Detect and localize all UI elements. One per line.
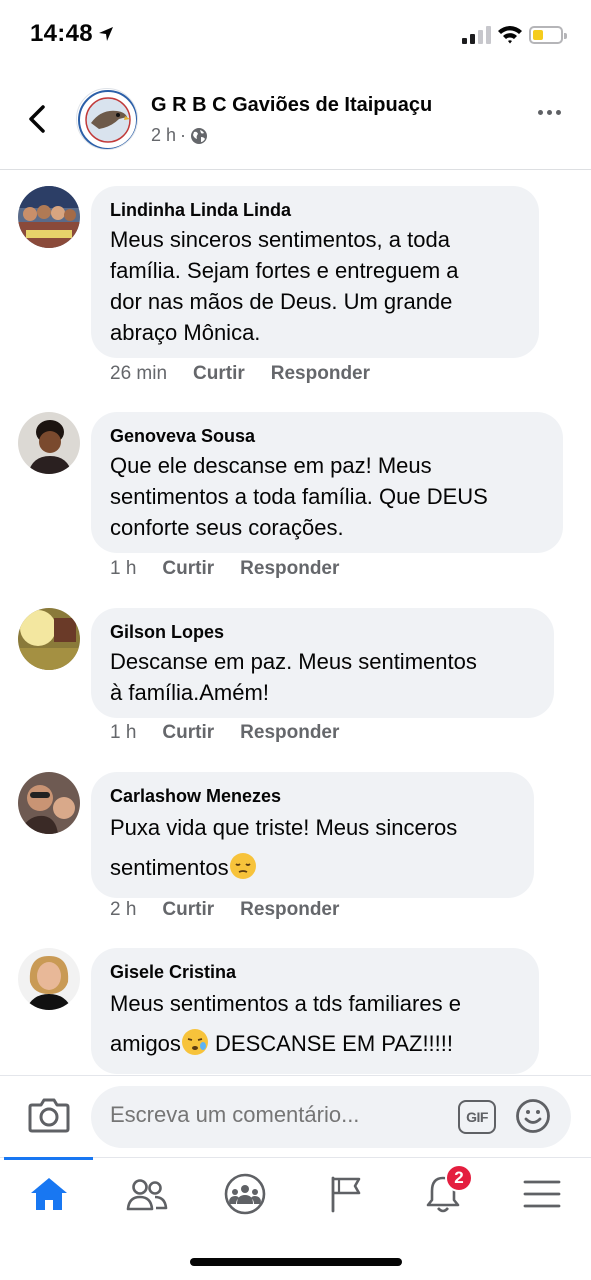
comment-time: 1 h: [110, 722, 137, 743]
flag-icon: [331, 1176, 361, 1213]
tab-friends[interactable]: [124, 1172, 170, 1216]
comment-text: Puxa vida que triste! Meus sinceros sent…: [110, 815, 458, 880]
wifi-icon: [498, 26, 522, 44]
tab-pages[interactable]: [322, 1172, 368, 1216]
more-icon: [538, 110, 543, 115]
cellular-signal-icon: [462, 26, 491, 44]
comment-author[interactable]: Gilson Lopes: [110, 620, 536, 644]
post-header: G R B C Gaviões de Itaipuaçu 2 h ·: [0, 70, 591, 170]
comment-text: Meus sinceros sentimentos, a toda famíli…: [110, 227, 459, 345]
comment-bubble[interactable]: Lindinha Linda Linda Meus sinceros senti…: [91, 186, 539, 358]
tab-home[interactable]: [26, 1172, 72, 1216]
comment-text: Que ele descanse em paz! Meus sentimento…: [110, 453, 488, 540]
comment-time: 2 h: [110, 899, 137, 920]
reply-button[interactable]: Responder: [240, 558, 339, 580]
notifications-badge: 2: [445, 1164, 473, 1192]
comment-bubble[interactable]: Carlashow Menezes Puxa vida que triste! …: [91, 772, 534, 898]
home-indicator[interactable]: [190, 1258, 402, 1266]
post-time: 2 h: [151, 125, 177, 145]
comment-text: Descanse em paz. Meus sentimentos à famí…: [110, 649, 477, 705]
camera-button[interactable]: [28, 1096, 70, 1134]
like-button[interactable]: Curtir: [162, 722, 214, 744]
tab-menu[interactable]: [519, 1172, 565, 1216]
comment-author[interactable]: Lindinha Linda Linda: [110, 198, 521, 222]
reply-button[interactable]: Responder: [271, 363, 370, 385]
groups-icon: [224, 1173, 266, 1215]
comment-author[interactable]: Genoveva Sousa: [110, 424, 545, 448]
avatar[interactable]: [18, 412, 80, 474]
comment-actions: 26 min Curtir Responder: [110, 363, 370, 385]
tab-groups[interactable]: [222, 1172, 268, 1216]
comment-bubble[interactable]: Gilson Lopes Descanse em paz. Meus senti…: [91, 608, 554, 718]
like-button[interactable]: Curtir: [162, 899, 214, 921]
comment-input-wrapper[interactable]: GIF: [91, 1086, 571, 1148]
comment-input[interactable]: [110, 1102, 440, 1128]
location-arrow-icon: [99, 27, 113, 41]
globe-icon: [191, 127, 208, 144]
avatar[interactable]: [18, 772, 80, 834]
avatar[interactable]: [18, 608, 80, 670]
like-button[interactable]: Curtir: [162, 558, 214, 580]
more-options-button[interactable]: [538, 110, 561, 115]
active-tab-indicator: [4, 1157, 93, 1160]
camera-icon: [28, 1098, 70, 1133]
meta-separator: ·: [180, 125, 187, 145]
reply-button[interactable]: Responder: [240, 899, 339, 921]
group-name[interactable]: G R B C Gaviões de Itaipuaçu: [151, 94, 432, 117]
comment-composer: GIF: [0, 1075, 591, 1157]
like-button[interactable]: Curtir: [193, 363, 245, 385]
comments-list[interactable]: Lindinha Linda Linda Meus sinceros senti…: [0, 170, 591, 1075]
friends-icon: [126, 1179, 168, 1211]
home-icon: [31, 1178, 67, 1210]
status-bar: 14:48: [0, 0, 591, 70]
smile-icon[interactable]: [515, 1098, 551, 1134]
comment-time: 1 h: [110, 558, 137, 579]
reply-button[interactable]: Responder: [240, 722, 339, 744]
sleepy-face-icon: [181, 1029, 208, 1055]
post-meta: 2 h ·: [151, 125, 208, 146]
comment-author[interactable]: Carlashow Menezes: [110, 784, 516, 808]
comment-bubble[interactable]: Gisele Cristina Meus sentimentos a tds f…: [91, 948, 539, 1074]
back-button[interactable]: [22, 102, 52, 136]
comment-time: 26 min: [110, 363, 168, 384]
group-avatar[interactable]: [76, 88, 138, 150]
comment-author[interactable]: Gisele Cristina: [110, 960, 521, 984]
comment-actions: 2 h Curtir Responder: [110, 899, 339, 921]
avatar[interactable]: [18, 186, 80, 248]
avatar[interactable]: [18, 948, 80, 1010]
comment-bubble[interactable]: Genoveva Sousa Que ele descanse em paz! …: [91, 412, 563, 553]
comment-actions: 1 h Curtir Responder: [110, 558, 339, 580]
status-time: 14:48: [30, 20, 93, 47]
battery-icon: [529, 26, 567, 44]
bottom-tab-bar: 2: [0, 1157, 591, 1232]
gif-button[interactable]: GIF: [458, 1100, 496, 1134]
comment-actions: 1 h Curtir Responder: [110, 722, 339, 744]
pensive-face-icon: [229, 853, 256, 879]
menu-icon: [523, 1180, 561, 1208]
comment-text: Meus sentimentos a tds familiares e amig…: [110, 991, 461, 1056]
chevron-left-icon: [29, 105, 45, 133]
